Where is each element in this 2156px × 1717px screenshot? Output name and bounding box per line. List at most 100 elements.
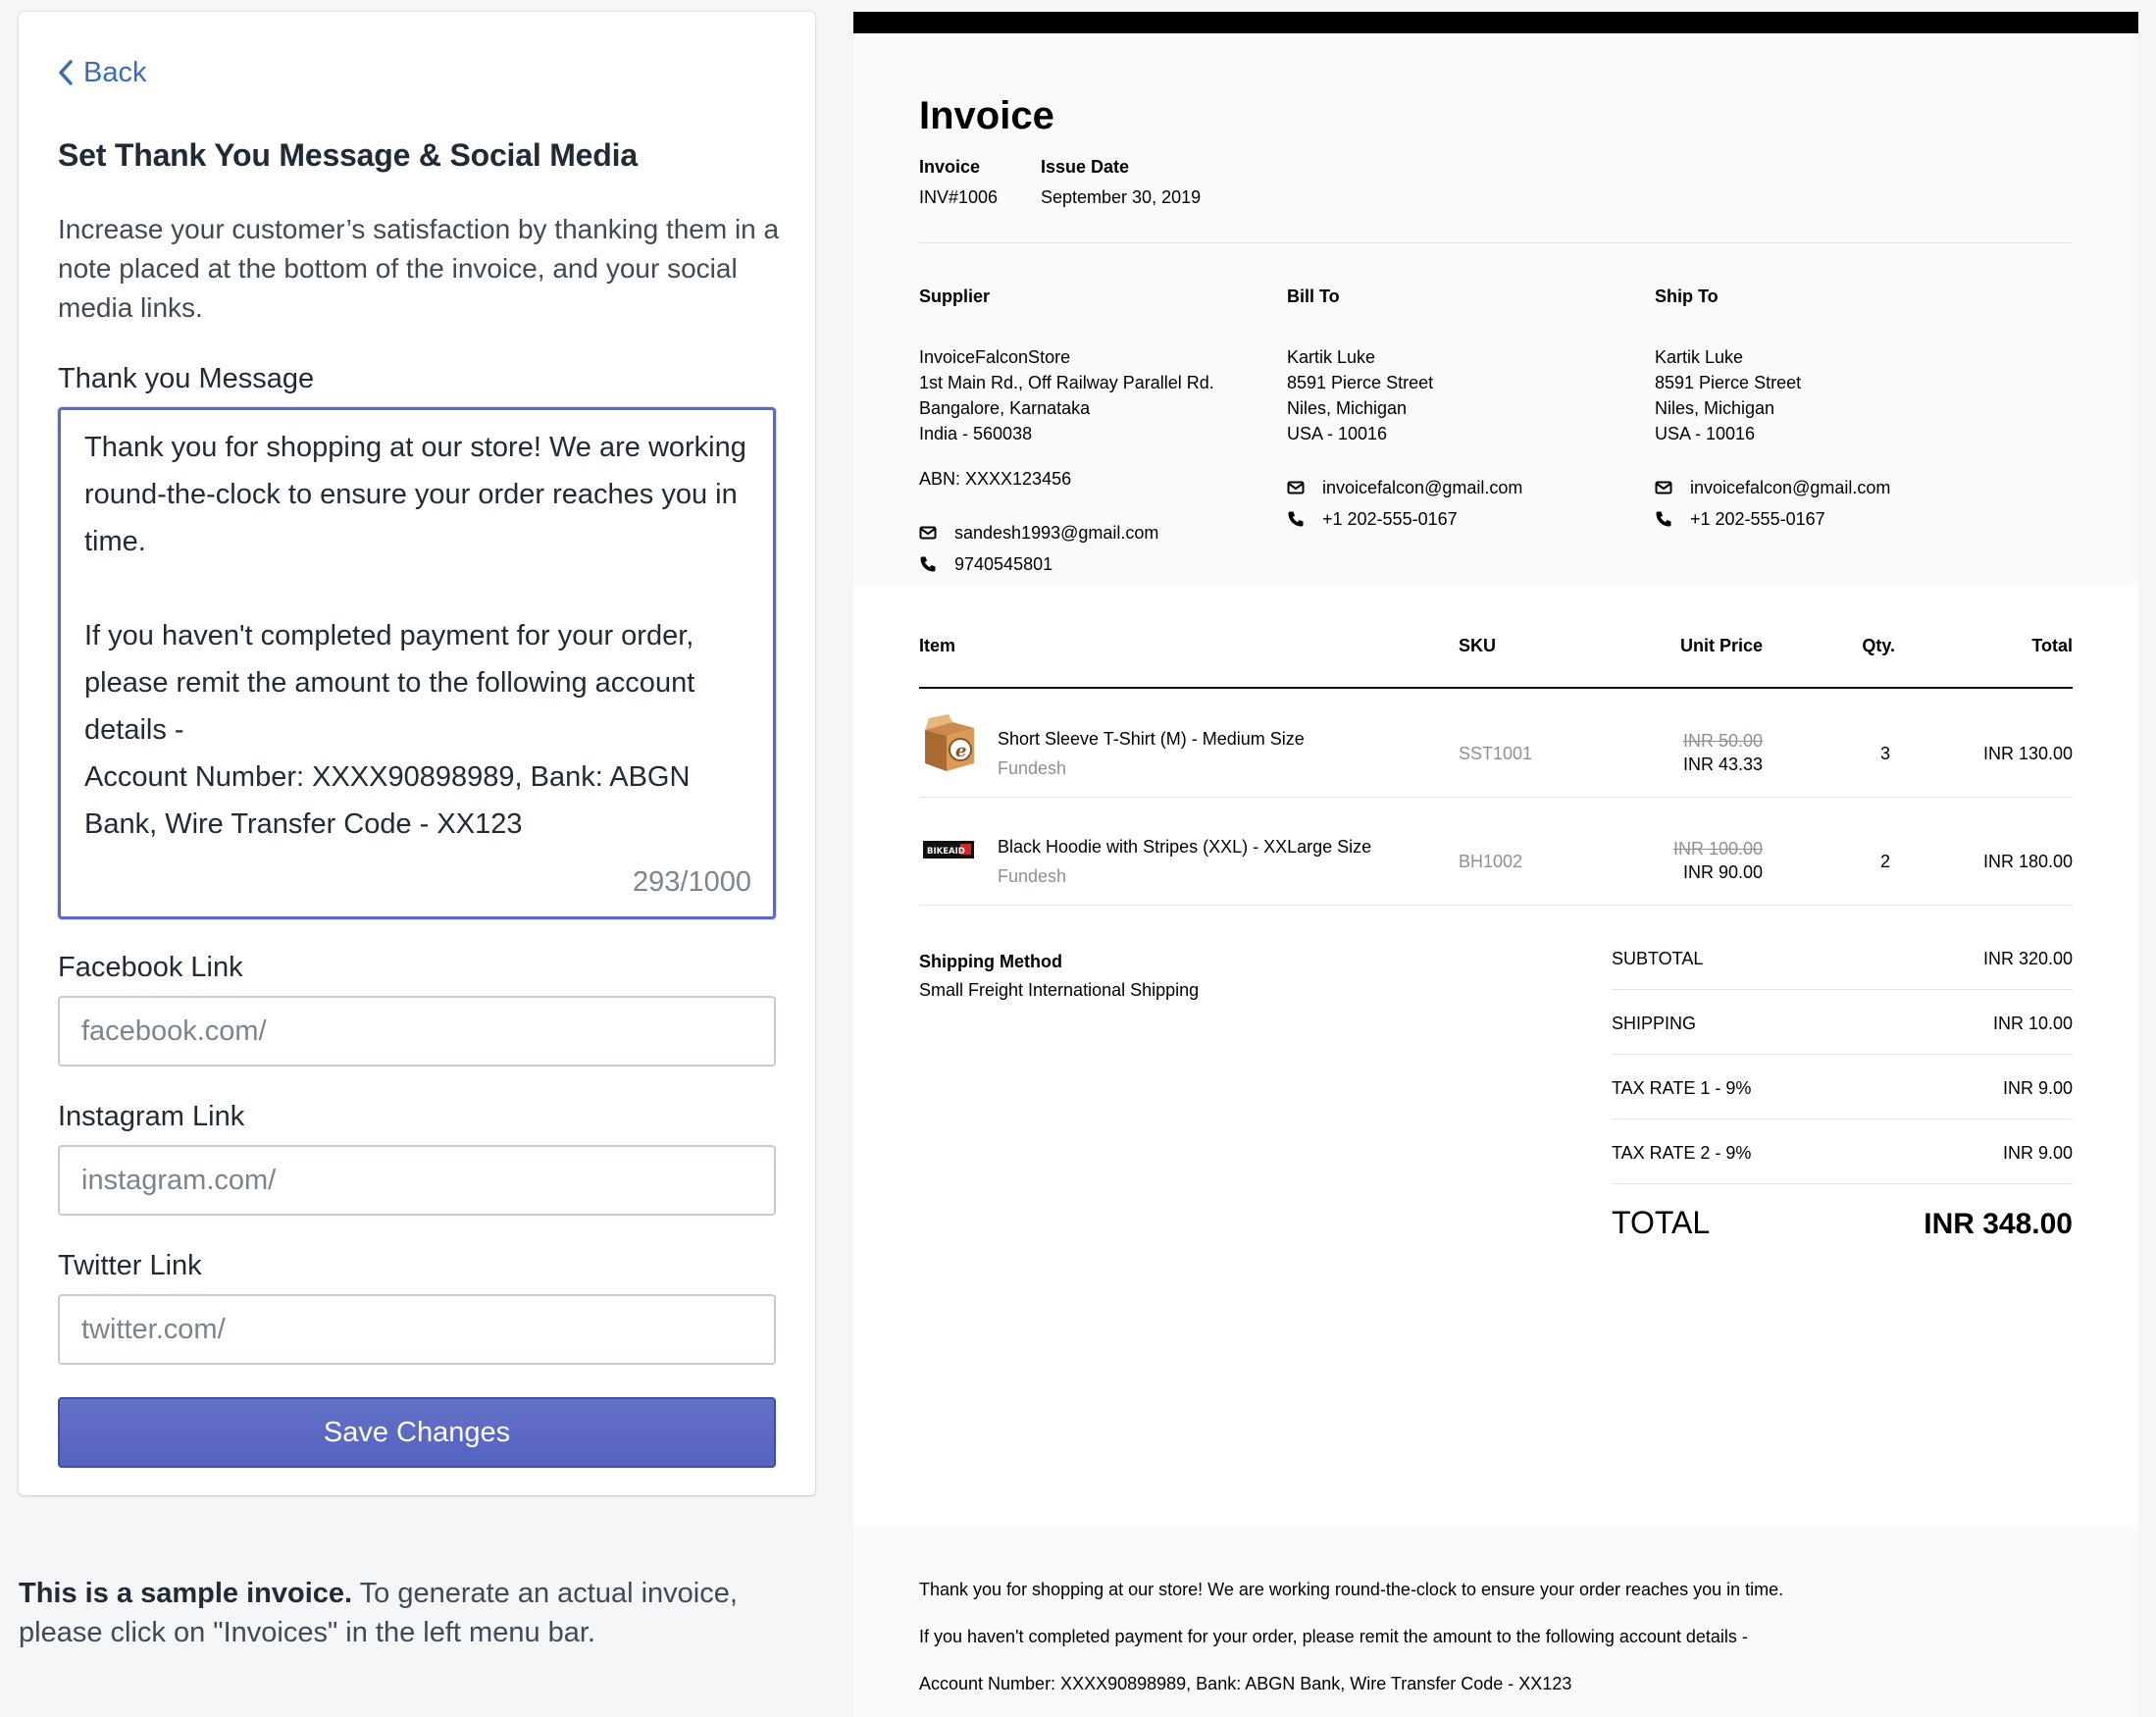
grand-total-value: INR 348.00 (1924, 1208, 2073, 1240)
ship-to-line: Kartik Luke (1655, 347, 1744, 367)
phone-icon (920, 556, 936, 572)
column-unit-price: Unit Price (1679, 636, 1763, 655)
summary-label: TAX RATE 1 - 9% (1612, 1078, 1752, 1098)
column-qty: Qty. (1862, 636, 1895, 655)
ship-to-line: Niles, Michigan (1655, 398, 1775, 418)
shipping-method: Small Freight International Shipping (919, 980, 1200, 1000)
column-sku: SKU (1459, 636, 1497, 655)
thank-you-textarea[interactable]: Thank you for shopping at our store! We … (58, 407, 776, 919)
item-unit-price: INR 43.33 (1682, 754, 1763, 774)
issue-date: September 30, 2019 (1041, 187, 1202, 207)
envelope-icon (1655, 481, 1672, 494)
ship-to-block: Ship To Kartik Luke 8591 Pierce Street N… (1655, 286, 2008, 535)
supplier-line: InvoiceFalconStore (919, 347, 1071, 367)
phone-icon (1288, 511, 1304, 527)
product-thumbnail: e (925, 714, 974, 771)
summary-value: INR 9.00 (2002, 1143, 2073, 1163)
sample-invoice-note: This is a sample invoice. To generate an… (19, 1574, 803, 1652)
product-logo-text: BIKEAID (927, 847, 965, 857)
invoice-preview: Invoice Invoice INV#1006 Issue Date Sept… (853, 12, 2138, 1717)
bill-to-block: Bill To Kartik Luke 8591 Pierce Street N… (1287, 286, 1640, 535)
summary-divider (1612, 989, 2073, 990)
svg-text:e: e (955, 741, 966, 761)
item-name: Black Hoodie with Stripes (XXL) - XXLarg… (998, 837, 1372, 857)
column-item: Item (919, 636, 956, 655)
grand-total-row: TOTAL INR 348.00 (1612, 1205, 2073, 1241)
summary-divider (1612, 1054, 2073, 1055)
shipping-method-label: Shipping Method (919, 952, 1062, 971)
grand-total-label: TOTAL (1612, 1205, 1711, 1240)
summary-row: SHIPPING INR 10.00 (1612, 1014, 2073, 1034)
summary-row: TAX RATE 2 - 9% INR 9.00 (1612, 1143, 2073, 1164)
ship-to-phone: +1 202-555-0167 (1690, 508, 1825, 529)
supplier-phone: 9740545801 (954, 553, 1053, 574)
ship-to-email: invoicefalcon@gmail.com (1690, 477, 1891, 497)
instagram-label: Instagram Link (58, 1101, 245, 1132)
item-original-price: INR 100.00 (1672, 839, 1763, 858)
instagram-input[interactable]: instagram.com/ (58, 1145, 776, 1216)
character-counter: 293/1000 (633, 866, 751, 898)
invoice-number-block: Invoice INV#1006 (919, 157, 998, 208)
summary-row: SUBTOTAL INR 320.00 (1612, 949, 2073, 969)
bill-to-email: invoicefalcon@gmail.com (1322, 477, 1523, 497)
row-divider (919, 905, 2073, 906)
envelope-icon (919, 526, 937, 540)
bill-to-line: 8591 Pierce Street (1287, 373, 1434, 392)
summary-label: SUBTOTAL (1612, 949, 1704, 968)
back-link[interactable]: Back (58, 55, 146, 90)
invoice-header: Invoice Invoice INV#1006 Issue Date Sept… (853, 33, 2138, 586)
twitter-input[interactable]: twitter.com/ (58, 1294, 776, 1365)
issue-date-label: Issue Date (1041, 157, 1130, 177)
bill-to-line: Niles, Michigan (1287, 398, 1408, 418)
summary-value: INR 9.00 (2002, 1078, 2073, 1098)
settings-card: Back Set Thank You Message & Social Medi… (19, 12, 815, 1495)
page-title: Set Thank You Message & Social Media (58, 137, 638, 173)
item-unit-price: INR 90.00 (1682, 862, 1763, 882)
sample-note-bold: This is a sample invoice. (19, 1578, 353, 1609)
facebook-label: Facebook Link (58, 952, 243, 983)
ship-to-line: 8591 Pierce Street (1655, 373, 1802, 392)
thank-you-label: Thank you Message (58, 363, 315, 394)
bill-to-line: Kartik Luke (1287, 347, 1376, 367)
item-total: INR 130.00 (1982, 744, 2073, 763)
item-qty: 3 (1879, 744, 1890, 763)
bill-to-phone: +1 202-555-0167 (1322, 508, 1458, 529)
item-name: Short Sleeve T-Shirt (M) - Medium Size (998, 729, 1305, 749)
facebook-input[interactable]: facebook.com/ (58, 996, 776, 1067)
back-label: Back (83, 56, 147, 88)
invoice-title: Invoice (919, 94, 1054, 137)
footer-line: Thank you for shopping at our store! We … (919, 1580, 1784, 1599)
footer-line: Account Number: XXXX90898989, Bank: ABGN… (919, 1674, 1572, 1693)
save-changes-button[interactable]: Save Changes (58, 1397, 776, 1468)
bill-to-label: Bill To (1287, 286, 1340, 306)
summary-label: SHIPPING (1612, 1014, 1697, 1033)
header-divider (919, 242, 2073, 243)
column-total: Total (2031, 636, 2073, 655)
item-sku: SST1001 (1459, 744, 1533, 763)
thank-you-text: Thank you for shopping at our store! We … (84, 432, 746, 840)
item-vendor: Fundesh (998, 758, 1067, 778)
item-qty: 2 (1879, 852, 1890, 871)
facebook-placeholder: facebook.com/ (81, 1015, 267, 1047)
invoice-number-label: Invoice (919, 157, 981, 177)
twitter-label: Twitter Link (58, 1250, 202, 1281)
phone-icon (1656, 511, 1671, 527)
issue-date-block: Issue Date September 30, 2019 (1041, 157, 1201, 208)
ship-to-label: Ship To (1655, 286, 1719, 306)
table-header-rule (919, 687, 2073, 689)
supplier-block: Supplier InvoiceFalconStore 1st Main Rd.… (919, 286, 1272, 580)
bill-to-phone-row: +1 202-555-0167 (1287, 503, 1640, 535)
item-original-price: INR 50.00 (1682, 731, 1763, 751)
summary-row: TAX RATE 1 - 9% INR 9.00 (1612, 1078, 2073, 1099)
invoice-footer: Thank you for shopping at our store! We … (853, 1527, 2138, 1717)
bill-to-line: USA - 10016 (1287, 424, 1388, 443)
chevron-left-icon (59, 60, 73, 85)
invoice-number: INV#1006 (919, 187, 999, 207)
ship-to-email-row: invoicefalcon@gmail.com (1655, 472, 2008, 503)
summary-label: TAX RATE 2 - 9% (1612, 1143, 1752, 1163)
row-divider (919, 797, 2073, 798)
invoice-top-bar (853, 12, 2138, 33)
twitter-placeholder: twitter.com/ (81, 1313, 226, 1345)
ship-to-line: USA - 10016 (1655, 424, 1756, 443)
bill-to-email-row: invoicefalcon@gmail.com (1287, 472, 1640, 503)
